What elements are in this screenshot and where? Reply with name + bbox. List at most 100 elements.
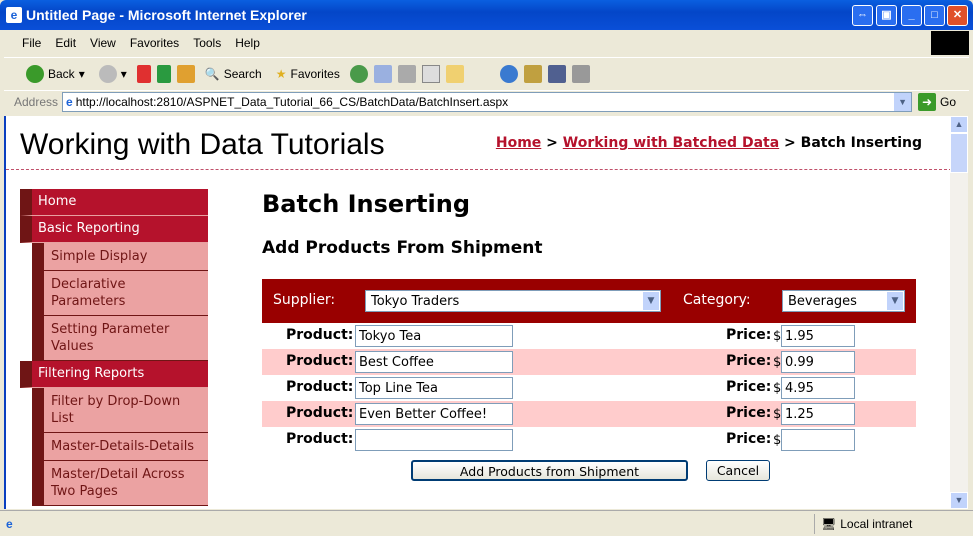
section-title: Add Products From Shipment: [262, 238, 543, 258]
menu-file[interactable]: File: [22, 36, 41, 50]
product-label: Product:: [286, 405, 354, 421]
sidebar-item-setting-parameter-values[interactable]: Setting Parameter Values: [32, 316, 208, 361]
menu-help[interactable]: Help: [235, 36, 260, 50]
intranet-icon: 🖥: [821, 517, 837, 531]
star-icon: ★: [275, 66, 287, 81]
sidebar-item-master-details-details[interactable]: Master-Details-Details: [32, 433, 208, 461]
favorites-button[interactable]: ★ Favorites: [272, 67, 344, 81]
switch-icon[interactable]: ⇔: [852, 5, 873, 26]
price-input[interactable]: 0.99: [781, 351, 855, 373]
stop-icon[interactable]: [136, 64, 151, 83]
category-label: Category:: [683, 292, 751, 308]
menu-favorites[interactable]: Favorites: [130, 36, 179, 50]
title-bar: e Untitled Page - Microsoft Internet Exp…: [0, 0, 973, 30]
search-button[interactable]: 🔍 Search: [201, 67, 266, 81]
price-label: Price:: [726, 327, 772, 343]
product-input[interactable]: Best Coffee: [355, 351, 513, 373]
page-title: Batch Inserting: [262, 190, 471, 218]
page-icon: e: [66, 95, 73, 109]
add-products-button[interactable]: Add Products from Shipment: [411, 460, 688, 481]
price-input[interactable]: 1.95: [781, 325, 855, 347]
cancel-button[interactable]: Cancel: [706, 460, 770, 481]
refresh-icon[interactable]: [156, 64, 171, 83]
edit-icon[interactable]: [421, 64, 440, 83]
sidebar-item-declarative-parameters[interactable]: Declarative Parameters: [32, 271, 208, 316]
print-icon[interactable]: [397, 64, 416, 83]
research-icon[interactable]: [523, 64, 542, 83]
product-label: Product:: [286, 353, 354, 369]
history-icon[interactable]: [349, 64, 368, 83]
forward-button[interactable]: ▾: [95, 64, 131, 83]
restore-tabs-icon[interactable]: ▣: [876, 5, 897, 26]
window-title: Untitled Page - Microsoft Internet Explo…: [26, 7, 307, 23]
breadcrumb-section[interactable]: Working with Batched Data: [563, 135, 779, 151]
breadcrumb-home[interactable]: Home: [496, 135, 541, 151]
product-label: Product:: [286, 431, 354, 447]
status-bar: e 🖥 Local intranet: [0, 510, 973, 536]
scroll-up-icon[interactable]: ▲: [950, 116, 968, 133]
chevron-down-icon[interactable]: ▼: [894, 93, 912, 111]
home-icon[interactable]: [176, 64, 195, 83]
price-label: Price:: [726, 379, 772, 395]
close-button[interactable]: ✕: [947, 5, 968, 26]
search-icon: 🔍: [204, 66, 220, 81]
price-input[interactable]: 1.25: [781, 403, 855, 425]
toolbar: Back ▾ ▾ 🔍 Search ★ Favorites: [4, 57, 969, 89]
category-select[interactable]: Beverages ▼: [782, 290, 905, 312]
product-input[interactable]: Top Line Tea: [355, 377, 513, 399]
product-input[interactable]: Even Better Coffee!: [355, 403, 513, 425]
sidebar-item-filter-by-drop-down-list[interactable]: Filter by Drop-Down List: [32, 388, 208, 433]
price-label: Price:: [726, 431, 772, 447]
menu-tools[interactable]: Tools: [193, 36, 221, 50]
menu-bar: File Edit View Favorites Tools Help: [4, 32, 969, 54]
price-input[interactable]: 4.95: [781, 377, 855, 399]
chevron-down-icon: ▼: [643, 292, 659, 310]
filter-bar: Supplier: Tokyo Traders ▼ Category: Bever…: [262, 279, 916, 323]
back-icon: [26, 64, 44, 83]
product-row: Product: Top Line Tea Price: $ 4.95: [262, 375, 916, 401]
price-label: Price:: [726, 405, 772, 421]
address-input[interactable]: e http://localhost:2810/ASPNET_Data_Tuto…: [62, 92, 913, 112]
scroll-thumb[interactable]: [950, 133, 968, 173]
maximize-button[interactable]: □: [924, 5, 945, 26]
product-row: Product: Tokyo Tea Price: $ 1.95: [262, 323, 916, 349]
go-arrow-icon: ➜: [918, 93, 937, 111]
supplier-select[interactable]: Tokyo Traders ▼: [365, 290, 661, 312]
tool-icon[interactable]: [547, 64, 566, 83]
product-row: Product: Even Better Coffee! Price: $ 1.…: [262, 401, 916, 427]
header-divider: [6, 169, 950, 170]
minimize-button[interactable]: _: [901, 5, 922, 26]
sidebar-item-basic-reporting[interactable]: Basic Reporting: [20, 216, 208, 243]
discuss-icon[interactable]: [445, 64, 464, 83]
security-zone: 🖥 Local intranet: [814, 514, 912, 534]
messenger-icon[interactable]: [499, 64, 518, 83]
back-button[interactable]: Back ▾: [22, 64, 89, 83]
ie-icon: e: [6, 7, 22, 23]
price-label: Price:: [726, 353, 772, 369]
scroll-down-icon[interactable]: ▼: [950, 492, 968, 509]
site-title: Working with Data Tutorials: [20, 128, 385, 161]
address-label: Address: [14, 95, 59, 109]
chevron-down-icon: ▼: [887, 292, 903, 310]
go-button[interactable]: ➜ Go: [918, 93, 956, 111]
page-status-icon: e: [6, 516, 13, 531]
menu-edit[interactable]: Edit: [55, 36, 76, 50]
mail-icon[interactable]: [373, 64, 392, 83]
windows-logo: [931, 31, 969, 55]
price-input[interactable]: [781, 429, 855, 451]
page-content: Working with Data Tutorials Home > Worki…: [4, 116, 950, 509]
sidebar-item-filtering-reports[interactable]: Filtering Reports: [20, 361, 208, 388]
product-row: Product: Price: $: [262, 427, 916, 453]
product-label: Product:: [286, 327, 354, 343]
menu-view[interactable]: View: [90, 36, 116, 50]
sidebar: Home Basic Reporting Simple Display Declara…: [20, 189, 208, 506]
sidebar-item-simple-display[interactable]: Simple Display: [32, 243, 208, 271]
product-input[interactable]: [355, 429, 513, 451]
breadcrumb-current: Batch Inserting: [800, 135, 922, 151]
product-input[interactable]: Tokyo Tea: [355, 325, 513, 347]
extension-icon[interactable]: [571, 64, 590, 83]
product-row: Product: Best Coffee Price: $ 0.99: [262, 349, 916, 375]
sidebar-item-master-detail-across-two-pages[interactable]: Master/Detail Across Two Pages: [32, 461, 208, 506]
sidebar-item-home[interactable]: Home: [20, 189, 208, 216]
vertical-scrollbar[interactable]: ▲ ▼: [950, 116, 968, 509]
